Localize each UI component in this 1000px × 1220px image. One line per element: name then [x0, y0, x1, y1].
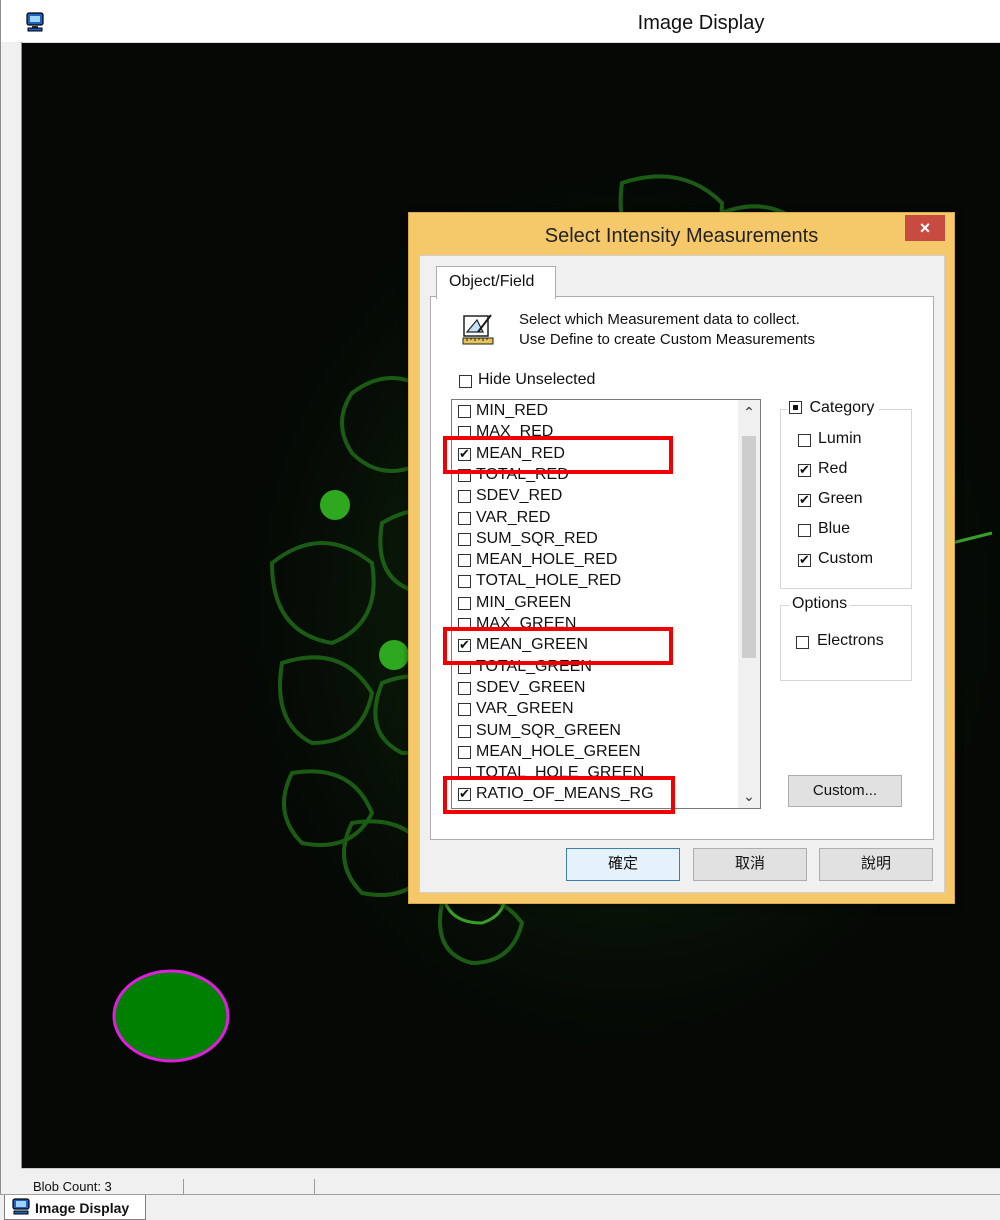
- status-separator: [314, 1179, 315, 1195]
- measurement-checkbox[interactable]: [458, 703, 471, 716]
- instruction-line-1: Select which Measurement data to collect…: [519, 311, 800, 328]
- category-custom-checkbox[interactable]: [798, 552, 811, 568]
- measurement-label: VAR_GREEN: [476, 700, 574, 717]
- tab-label: Object/Field: [449, 273, 535, 290]
- highlight-box: [443, 776, 675, 814]
- category-lumin-checkbox[interactable]: [798, 434, 811, 447]
- list-item[interactable]: SUM_SQR_RED: [452, 529, 737, 551]
- measurement-label: VAR_RED: [476, 509, 551, 526]
- scroll-thumb[interactable]: [742, 436, 756, 658]
- select-intensity-dialog: Select Intensity Measurements × Object/F…: [408, 212, 955, 904]
- electrons-checkbox[interactable]: [796, 636, 809, 649]
- measurement-checkbox[interactable]: [458, 746, 471, 759]
- category-group: Category Lumin Red Green Blue Custom: [780, 399, 912, 589]
- category-red-checkbox[interactable]: [798, 462, 811, 478]
- category-caption: Category: [806, 399, 878, 416]
- measurement-label: SDEV_RED: [476, 487, 563, 504]
- measurement-label: SUM_SQR_GREEN: [476, 722, 621, 739]
- measurement-checkbox[interactable]: [458, 554, 471, 567]
- category-item-label[interactable]: Green: [818, 490, 862, 508]
- options-item-label[interactable]: Electrons: [817, 632, 884, 650]
- options-group: Options Electrons: [780, 595, 912, 681]
- status-separator: [183, 1179, 184, 1195]
- measurement-checkbox[interactable]: [458, 533, 471, 546]
- measurement-checkbox[interactable]: [458, 512, 471, 525]
- measurement-label: SUM_SQR_RED: [476, 530, 598, 547]
- window-left-edge: [1, 42, 22, 1168]
- custom-button[interactable]: Custom...: [788, 775, 902, 807]
- status-bar: Blob Count: 3: [21, 1168, 1000, 1195]
- cancel-button[interactable]: 取消: [693, 848, 807, 881]
- list-item[interactable]: MIN_GREEN: [452, 593, 737, 615]
- measurement-checkbox[interactable]: [458, 405, 471, 418]
- window-title-bar[interactable]: Image Display: [1, 0, 1000, 43]
- hide-unselected-label[interactable]: Hide Unselected: [478, 371, 595, 389]
- close-button[interactable]: ×: [905, 215, 945, 241]
- measurement-label: MEAN_HOLE_GREEN: [476, 743, 641, 760]
- tab-image-display[interactable]: Image Display: [4, 1195, 146, 1220]
- list-item[interactable]: SDEV_RED: [452, 486, 737, 508]
- window-title: Image Display: [637, 12, 765, 34]
- tab-panel: Select which Measurement data to collect…: [430, 296, 934, 840]
- list-item[interactable]: VAR_RED: [452, 508, 737, 530]
- highlight-box: [443, 627, 673, 665]
- measurement-checkbox[interactable]: [458, 490, 471, 503]
- category-caption-wrap: Category: [787, 399, 880, 417]
- list-item[interactable]: VAR_GREEN: [452, 699, 737, 721]
- dialog-title: Select Intensity Measurements: [544, 225, 819, 247]
- list-item[interactable]: MEAN_HOLE_RED: [452, 550, 737, 572]
- list-scrollbar[interactable]: ⌃ ⌄: [738, 400, 760, 808]
- blob-count-label: Blob Count: 3: [33, 1179, 112, 1194]
- help-button[interactable]: 說明: [819, 848, 933, 881]
- tab-object-field[interactable]: Object/Field: [436, 266, 556, 299]
- scroll-down-arrow-icon[interactable]: ⌄: [738, 784, 760, 808]
- list-item[interactable]: TOTAL_HOLE_RED: [452, 571, 737, 593]
- measurement-label: MIN_GREEN: [476, 594, 572, 611]
- category-item-label[interactable]: Blue: [818, 520, 850, 538]
- options-caption: Options: [789, 595, 851, 613]
- measurement-label: MEAN_HOLE_RED: [476, 551, 618, 568]
- measurement-label: MIN_RED: [476, 402, 549, 419]
- list-item[interactable]: MIN_RED: [452, 401, 737, 423]
- measurement-checkbox[interactable]: [458, 725, 471, 738]
- ruler-measure-icon: [462, 314, 494, 345]
- hide-unselected-checkbox[interactable]: [459, 375, 472, 388]
- measurement-label: SDEV_GREEN: [476, 679, 586, 696]
- taskbar: Image Display: [0, 1194, 1000, 1220]
- highlight-box: [443, 436, 673, 474]
- ok-button[interactable]: 確定: [566, 848, 680, 881]
- tab-label: Image Display: [35, 1200, 130, 1216]
- category-blue-checkbox[interactable]: [798, 524, 811, 537]
- list-item[interactable]: SUM_SQR_GREEN: [452, 721, 737, 743]
- measurement-label: TOTAL_HOLE_RED: [476, 572, 622, 589]
- measurement-checkbox[interactable]: [458, 682, 471, 695]
- list-item[interactable]: MEAN_HOLE_GREEN: [452, 742, 737, 764]
- category-green-checkbox[interactable]: [798, 492, 811, 508]
- category-item-label[interactable]: Lumin: [818, 430, 862, 448]
- category-item-label[interactable]: Red: [818, 460, 847, 478]
- dialog-client: Object/Field Select which Measurement da…: [419, 255, 945, 893]
- category-item-label[interactable]: Custom: [818, 550, 873, 568]
- instruction-line-2: Use Define to create Custom Measurements: [519, 331, 815, 348]
- list-item[interactable]: SDEV_GREEN: [452, 678, 737, 700]
- selected-blob[interactable]: [112, 969, 230, 1063]
- measurement-checkbox[interactable]: [458, 575, 471, 588]
- monitor-icon: [12, 1198, 30, 1215]
- scroll-up-arrow-icon[interactable]: ⌃: [738, 400, 760, 424]
- measurement-checkbox[interactable]: [458, 597, 471, 610]
- category-master-checkbox[interactable]: [789, 401, 802, 415]
